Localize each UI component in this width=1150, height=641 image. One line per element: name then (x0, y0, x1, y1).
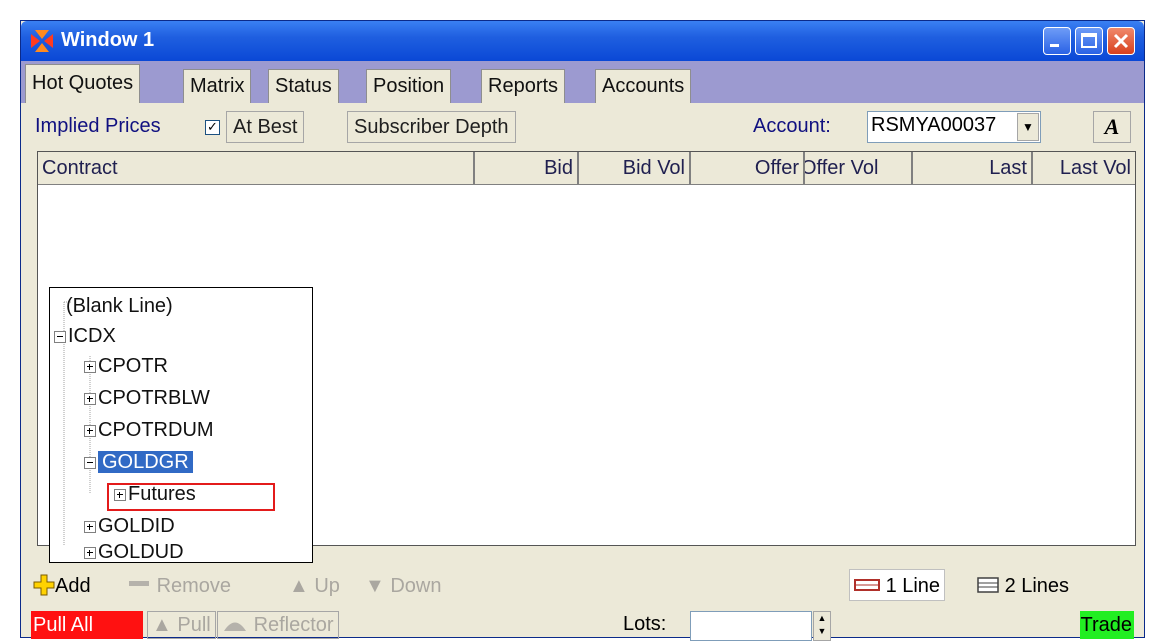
column-offer[interactable]: Offer (691, 152, 805, 184)
trade-button[interactable]: Trade (1080, 611, 1134, 639)
reflector-button[interactable]: Reflector (217, 611, 339, 639)
tree-item-goldid[interactable]: GOLDID (84, 514, 175, 538)
implied-prices-label: Implied Prices (35, 115, 161, 137)
window-title: Window 1 (61, 29, 155, 51)
app-logo-icon (31, 30, 53, 52)
maximize-icon (1081, 33, 1097, 48)
maximize-button[interactable] (1075, 27, 1103, 55)
add-label: Add (55, 575, 91, 597)
column-contract[interactable]: Contract (38, 152, 475, 184)
account-label: Account: (753, 115, 831, 137)
minus-icon (129, 581, 149, 586)
expand-icon[interactable] (84, 360, 96, 373)
plus-icon (33, 574, 55, 596)
two-lines-icon (977, 577, 999, 593)
column-bid[interactable]: Bid (475, 152, 579, 184)
lots-input[interactable] (690, 611, 812, 641)
spinner-down-icon[interactable]: ▼ (814, 625, 830, 638)
two-lines-label: 2 Lines (1004, 575, 1070, 597)
contract-tree[interactable]: (Blank Line) ICDX CPOTR CPOTRBLW CPOTRDU… (49, 287, 313, 563)
remove-label: Remove (156, 575, 232, 597)
collapse-icon[interactable] (84, 456, 96, 469)
tree-item-label: CPOTRBLW (98, 387, 210, 409)
reflector-icon (224, 622, 246, 631)
tree-item-goldud[interactable]: GOLDUD (84, 540, 184, 564)
tab-status[interactable]: Status (268, 69, 339, 103)
down-label: Down (390, 575, 442, 597)
tab-strip: Hot Quotes Matrix Status Position Report… (21, 61, 1144, 103)
minimize-icon (1050, 44, 1059, 47)
tree-item-blank-line[interactable]: (Blank Line) (66, 294, 173, 318)
tree-item-cpotrdum[interactable]: CPOTRDUM (84, 418, 214, 442)
arrow-down-icon: ▼ (365, 575, 385, 597)
grid-toolbar: Add Remove ▲ Up ▼ Down 1 Line 2 Lines (21, 569, 1144, 603)
one-line-label: 1 Line (885, 575, 941, 597)
grid-header: Contract Bid Bid Vol Offer Offer Vol Las… (38, 152, 1135, 185)
add-button[interactable]: Add (33, 573, 91, 599)
tree-item-label: CPOTRDUM (98, 419, 214, 441)
implied-prices-checkbox[interactable]: ✓ (205, 120, 220, 135)
tree-item-goldgr[interactable]: GOLDGR (84, 450, 193, 474)
subscriber-depth-button[interactable]: Subscriber Depth (347, 111, 516, 143)
tree-item-cpotrblw[interactable]: CPOTRBLW (84, 386, 210, 410)
pull-button[interactable]: ▲ Pull (147, 611, 216, 639)
pull-all-button[interactable]: Pull All (31, 611, 143, 639)
up-label: Up (314, 575, 340, 597)
one-line-icon (854, 579, 880, 591)
tree-item-cpotr[interactable]: CPOTR (84, 354, 168, 378)
tree-item-label: GOLDUD (98, 541, 184, 563)
pull-label: Pull (177, 614, 211, 636)
account-dropdown-button[interactable]: ▼ (1017, 113, 1039, 141)
one-line-button[interactable]: 1 Line (849, 569, 946, 601)
at-best-button[interactable]: At Best (226, 111, 305, 143)
lots-label: Lots: (623, 613, 667, 635)
lots-spinner[interactable]: ▲ ▼ (813, 611, 831, 641)
account-value: RSMYA00037 (871, 114, 997, 136)
arrow-up-icon: ▲ (289, 575, 309, 597)
tree-item-label-selected: GOLDGR (98, 451, 193, 473)
font-button[interactable]: A (1093, 111, 1131, 143)
reflector-label: Reflector (253, 614, 334, 636)
column-offer-vol[interactable]: Offer Vol (805, 152, 913, 184)
minimize-button[interactable] (1043, 27, 1071, 55)
tab-position[interactable]: Position (366, 69, 452, 103)
tree-item-label: ICDX (68, 325, 116, 347)
tree-item-label: CPOTR (98, 355, 168, 377)
collapse-icon[interactable] (54, 330, 66, 343)
tab-matrix[interactable]: Matrix (183, 69, 252, 103)
expand-icon[interactable] (84, 546, 96, 559)
remove-button[interactable]: Remove (127, 573, 231, 599)
action-bar: Pull All ▲ Pull Reflector Lots: ▲ ▼ Trad… (21, 611, 1144, 641)
close-button[interactable] (1107, 27, 1135, 55)
app-window: Window 1 Hot Quotes Matrix Status Positi… (20, 20, 1145, 641)
up-button[interactable]: ▲ Up (289, 573, 340, 599)
expand-icon[interactable] (84, 392, 96, 405)
spinner-up-icon[interactable]: ▲ (814, 612, 830, 625)
options-bar: Implied Prices ✓ At Best Subscriber Dept… (21, 103, 1144, 151)
tab-accounts[interactable]: Accounts (595, 69, 692, 103)
close-icon (1113, 33, 1129, 49)
tree-item-label: GOLDID (98, 515, 175, 537)
down-button[interactable]: ▼ Down (365, 573, 442, 599)
column-last-vol[interactable]: Last Vol (1033, 152, 1135, 184)
tree-item-icdx[interactable]: ICDX (54, 324, 116, 348)
chevron-down-icon: ▼ (1022, 120, 1034, 134)
column-last[interactable]: Last (913, 152, 1033, 184)
futures-highlight-box (107, 483, 275, 511)
triangle-up-icon: ▲ (152, 614, 172, 636)
tab-reports[interactable]: Reports (481, 69, 566, 103)
two-lines-button[interactable]: 2 Lines (977, 573, 1069, 599)
account-select[interactable]: RSMYA00037 ▼ (867, 111, 1041, 143)
title-bar[interactable]: Window 1 (21, 21, 1144, 61)
column-bid-vol[interactable]: Bid Vol (579, 152, 691, 184)
tab-hot-quotes[interactable]: Hot Quotes (25, 64, 141, 103)
expand-icon[interactable] (84, 424, 96, 437)
expand-icon[interactable] (84, 520, 96, 533)
